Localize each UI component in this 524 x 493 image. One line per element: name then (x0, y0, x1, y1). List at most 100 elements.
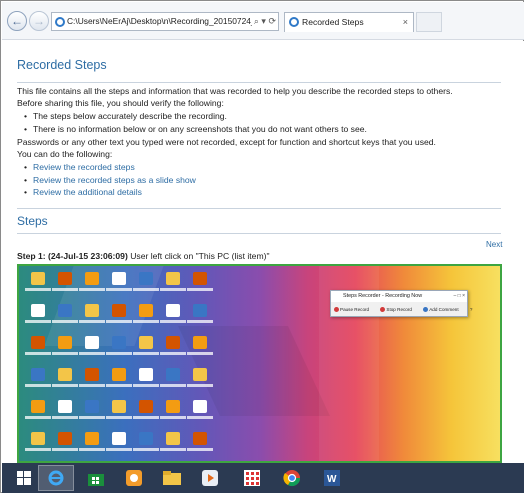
desktop-shortcut-label (52, 320, 78, 323)
desktop-shortcut-icon[interactable] (139, 336, 153, 349)
desktop-shortcut-icon[interactable] (139, 400, 153, 413)
stop-record-button[interactable]: Stop Record (380, 307, 417, 313)
can-do-line: You can do the following: (17, 149, 113, 159)
steps-heading: Steps (17, 214, 48, 228)
steps-recorder-window[interactable]: Steps Recorder - Recording Now – □ × Pau… (330, 290, 472, 317)
desktop-shortcut-icon[interactable] (193, 336, 207, 349)
desktop-shortcut-icon[interactable] (139, 304, 153, 317)
desktop-shortcut-icon[interactable] (112, 272, 126, 285)
desktop-shortcut-icon[interactable] (31, 336, 45, 349)
desktop-shortcut-icon[interactable] (193, 400, 207, 413)
search-refresh-icons[interactable]: ⌕ ▾ ⟳ (251, 13, 276, 30)
review-steps-link[interactable]: Review the recorded steps (24, 162, 135, 172)
recorder-toolbar: Pause Record Stop Record Add Comment ? (331, 303, 472, 317)
desktop-shortcut-icon[interactable] (139, 272, 153, 285)
desktop-shortcut-icon[interactable] (112, 368, 126, 381)
taskbar-file-explorer[interactable] (154, 465, 190, 491)
step-1-description: User left click on "This PC (list item)" (127, 251, 270, 261)
desktop-shortcut-label (160, 384, 186, 387)
desktop-shortcut-icon[interactable] (58, 400, 72, 413)
forward-button[interactable]: → (29, 11, 49, 31)
desktop-shortcut-icon[interactable] (58, 272, 72, 285)
taskbar-uc-browser[interactable] (116, 465, 152, 491)
desktop-shortcut-icon[interactable] (85, 336, 99, 349)
desktop-shortcut-icon[interactable] (31, 368, 45, 381)
taskbar-apps[interactable] (234, 465, 270, 491)
window-controls[interactable]: – □ × (454, 291, 466, 302)
back-button[interactable]: ← (7, 11, 27, 31)
desktop-shortcut-icon[interactable] (112, 400, 126, 413)
steps-heading-divider (17, 233, 501, 234)
desktop-shortcut-label (79, 288, 105, 291)
desktop-shortcut-icon[interactable] (193, 272, 207, 285)
desktop-shortcut-label (160, 320, 186, 323)
desktop-shortcut-icon[interactable] (85, 272, 99, 285)
desktop-shortcut-icon[interactable] (58, 304, 72, 317)
desktop-shortcut-icon[interactable] (58, 368, 72, 381)
desktop-shortcut-label (133, 416, 159, 419)
pause-icon (334, 307, 339, 313)
desktop-shortcut-label (25, 416, 51, 419)
step-1-label: Step 1: (24-Jul-15 23:06:09) (17, 251, 128, 261)
desktop-shortcut-icon[interactable] (31, 304, 45, 317)
desktop-shortcut-icon[interactable] (166, 432, 180, 445)
desktop-shortcut-icon[interactable] (112, 432, 126, 445)
desktop-shortcut-icon[interactable] (85, 432, 99, 445)
desktop-shortcut-label (160, 448, 186, 451)
new-tab-button[interactable] (416, 12, 442, 32)
desktop-shortcut-icon[interactable] (112, 336, 126, 349)
additional-details-link[interactable]: Review the additional details (24, 187, 142, 197)
internet-explorer-icon (48, 470, 64, 486)
taskbar-internet-explorer[interactable] (38, 465, 74, 491)
desktop-shortcut-icon[interactable] (166, 336, 180, 349)
taskbar-word[interactable]: W (314, 465, 350, 491)
pause-record-button[interactable]: Pause Record (334, 307, 374, 313)
slide-show-link[interactable]: Review the recorded steps as a slide sho… (24, 175, 196, 185)
taskbar-store[interactable] (78, 465, 114, 491)
pause-record-label: Pause Record (340, 307, 370, 312)
step-1-screenshot[interactable]: Steps Recorder - Recording Now – □ × Pau… (17, 264, 502, 463)
desktop-shortcut-icon[interactable] (139, 432, 153, 445)
desktop-shortcut-label (52, 448, 78, 451)
desktop-shortcut-icon[interactable] (166, 304, 180, 317)
desktop-shortcut-label (79, 320, 105, 323)
recorder-title-text: Steps Recorder - Recording Now (343, 293, 423, 299)
desktop-shortcut-icon[interactable] (112, 304, 126, 317)
desktop-shortcut-icon[interactable] (31, 432, 45, 445)
stop-icon (380, 307, 386, 313)
chrome-icon (283, 470, 301, 487)
desktop-shortcut-icon[interactable] (85, 400, 99, 413)
close-tab-icon[interactable]: × (403, 13, 408, 31)
address-bar[interactable]: C:\Users\NeErAj\Desktop\n\Recording_2015… (51, 12, 279, 31)
taskbar-chrome[interactable] (274, 465, 310, 491)
desktop-shortcut-icon[interactable] (85, 368, 99, 381)
taskbar-media-player[interactable] (192, 465, 228, 491)
desktop-shortcut-label (160, 352, 186, 355)
list-item: The steps below accurately describe the … (24, 111, 227, 121)
desktop-shortcut-icon[interactable] (193, 432, 207, 445)
desktop-shortcut-label (52, 288, 78, 291)
add-comment-button[interactable]: Add Comment (423, 307, 463, 313)
help-button[interactable]: ? (470, 307, 473, 312)
desktop-shortcut-icon[interactable] (85, 304, 99, 317)
desktop-shortcut-icon[interactable] (193, 304, 207, 317)
desktop-shortcut-icon[interactable] (166, 400, 180, 413)
desktop-shortcut-icon[interactable] (193, 368, 207, 381)
page-icon (55, 17, 65, 27)
desktop-shortcut-icon[interactable] (58, 336, 72, 349)
word-icon: W (324, 470, 340, 486)
desktop-shortcut-icon[interactable] (166, 368, 180, 381)
next-link[interactable]: Next (486, 240, 502, 249)
desktop-shortcut-icon[interactable] (31, 272, 45, 285)
desktop-shortcut-label (187, 320, 213, 323)
start-button[interactable] (6, 465, 42, 491)
desktop-shortcut-icon[interactable] (31, 400, 45, 413)
desktop-shortcut-label (25, 448, 51, 451)
desktop-shortcut-icon[interactable] (58, 432, 72, 445)
desktop-shortcut-label (160, 288, 186, 291)
desktop-shortcut-label (52, 352, 78, 355)
tab-recorded-steps[interactable]: Recorded Steps × (284, 12, 414, 32)
desktop-shortcut-icon[interactable] (166, 272, 180, 285)
desktop-shortcut-label (52, 384, 78, 387)
desktop-shortcut-icon[interactable] (139, 368, 153, 381)
